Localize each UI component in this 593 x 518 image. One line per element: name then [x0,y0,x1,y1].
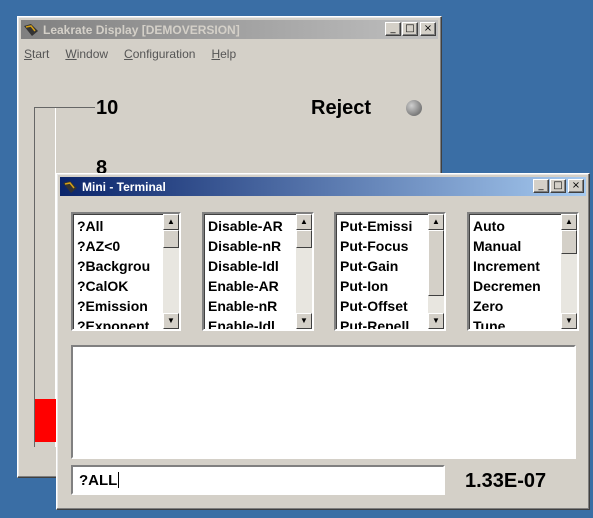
scroll-up-icon[interactable]: ▲ [561,214,577,230]
command-input[interactable]: ?ALL [71,465,445,495]
app-icon [63,180,77,193]
leakrate-reading: 1.33E-07 [465,470,547,492]
app-icon [24,23,38,36]
scroll-down-icon[interactable]: ▼ [561,313,577,329]
scroll-down-icon[interactable]: ▼ [428,313,444,329]
vertical-scrollbar[interactable]: ▲ ▼ [428,214,444,329]
terminal-window-controls: _ □ × [532,179,584,193]
scroll-up-icon[interactable]: ▲ [428,214,444,230]
scroll-up-icon[interactable]: ▲ [296,214,312,230]
mode-command-list[interactable]: Auto Manual Increment Decremen Zero Tune… [467,212,579,331]
scroll-thumb[interactable] [428,230,444,296]
status-label: Reject [311,97,372,119]
menu-configuration[interactable]: Configuration [124,47,195,61]
maximize-button[interactable]: □ [402,22,418,36]
terminal-title-bar[interactable]: Mini - Terminal _ □ × [60,177,586,196]
scroll-thumb[interactable] [163,230,179,248]
enable-disable-command-list[interactable]: Disable-AR Disable-nR Disable-Idl Enable… [202,212,314,331]
menu-bar: Start Window Configuration Help [24,47,236,61]
leakrate-bar-frame [34,107,56,447]
put-command-list[interactable]: Put-Emissi Put-Focus Put-Gain Put-Ion Pu… [334,212,446,331]
scroll-down-icon[interactable]: ▼ [296,313,312,329]
mini-terminal-window: Mini - Terminal _ □ × ?All ?AZ<0 ?Backgr… [56,173,590,510]
command-input-value: ?ALL [79,472,118,489]
scroll-down-icon[interactable]: ▼ [163,313,179,329]
minimize-button[interactable]: _ [385,22,401,36]
scale-label-top: 10 [96,97,119,119]
terminal-output-area[interactable] [71,345,576,459]
scale-tick [35,107,95,108]
leakrate-bar [35,399,56,442]
maximize-button[interactable]: □ [550,179,566,193]
menu-window[interactable]: Window [65,47,108,61]
close-button[interactable]: × [568,179,584,193]
menu-help[interactable]: Help [211,47,236,61]
status-led-icon [406,100,422,116]
scroll-up-icon[interactable]: ▲ [163,214,179,230]
vertical-scrollbar[interactable]: ▲ ▼ [163,214,179,329]
text-caret [118,472,120,488]
vertical-scrollbar[interactable]: ▲ ▼ [296,214,312,329]
terminal-title: Mini - Terminal [82,179,166,194]
minimize-button[interactable]: _ [533,179,549,193]
scroll-thumb[interactable] [561,230,577,254]
close-button[interactable]: × [420,22,436,36]
query-command-list[interactable]: ?All ?AZ<0 ?Backgrou ?CalOK ?Emission ?E… [71,212,181,331]
leakrate-window-controls: _ □ × [384,22,436,36]
leakrate-title: Leakrate Display [DEMOVERSION] [43,22,240,37]
vertical-scrollbar[interactable]: ▲ ▼ [561,214,577,329]
menu-start[interactable]: Start [24,47,49,61]
leakrate-title-bar[interactable]: Leakrate Display [DEMOVERSION] _ □ × [21,20,438,39]
scroll-thumb[interactable] [296,230,312,248]
